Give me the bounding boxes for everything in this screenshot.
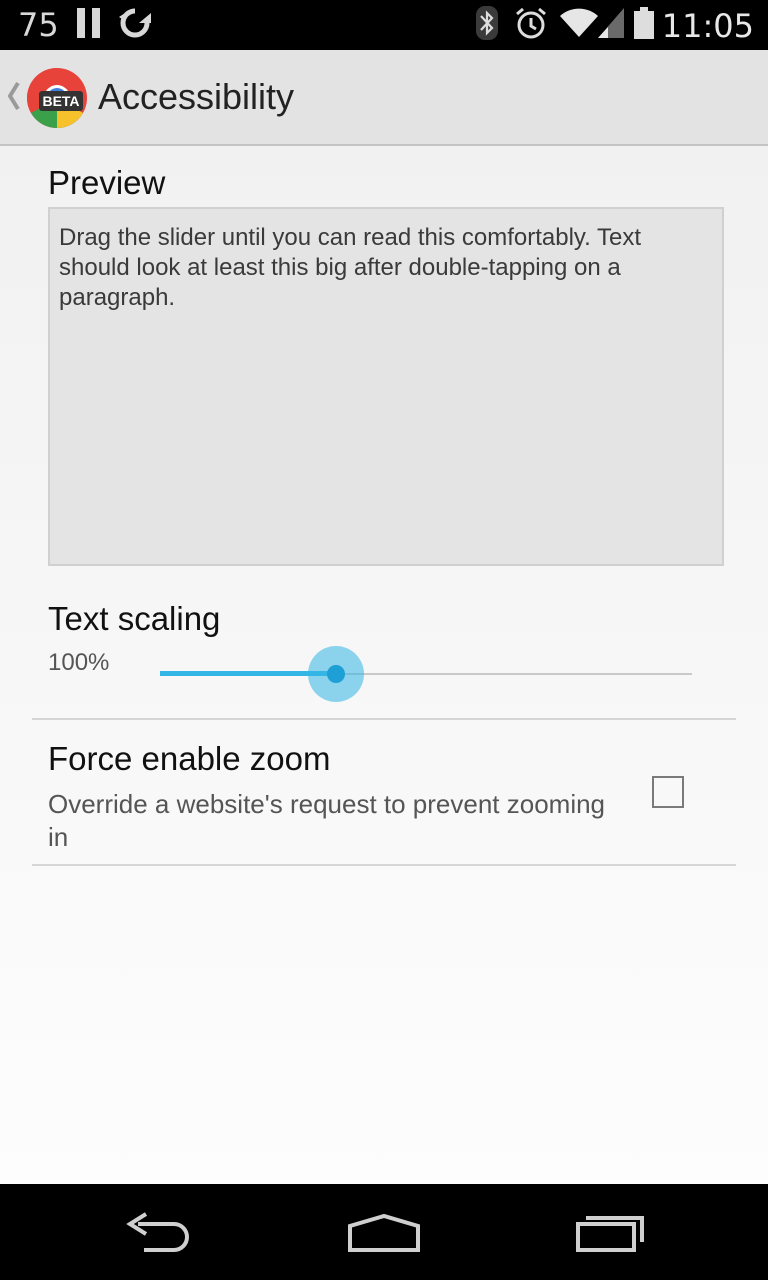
force-enable-zoom-checkbox[interactable] — [652, 776, 684, 808]
recents-icon[interactable] — [574, 1212, 646, 1257]
action-bar: BETA Accessibility — [0, 50, 768, 146]
status-bar-right: 11:05 — [475, 6, 754, 45]
text-scaling-value: 100% — [48, 649, 110, 676]
status-bar-left: 75 — [18, 6, 153, 44]
slider-thumb[interactable] — [327, 665, 345, 683]
preview-text: Drag the slider until you can read this … — [59, 224, 642, 311]
text-scaling-slider[interactable] — [160, 646, 692, 702]
notification-count: 75 — [18, 6, 59, 44]
settings-content: Preview Drag the slider until you can re… — [0, 146, 768, 1184]
back-icon[interactable] — [124, 1212, 196, 1257]
wifi-icon — [559, 8, 598, 43]
page-title: Accessibility — [98, 76, 295, 117]
preview-box: Drag the slider until you can read this … — [48, 207, 724, 566]
status-bar: 75 11:05 — [0, 0, 768, 50]
text-scaling-title: Text scaling — [48, 600, 221, 637]
battery-icon — [633, 7, 654, 44]
divider — [32, 864, 736, 866]
force-enable-zoom-title: Force enable zoom — [48, 740, 331, 777]
logo-badge: BETA — [42, 93, 79, 109]
alarm-icon — [514, 6, 548, 45]
bluetooth-icon — [475, 6, 498, 45]
force-enable-zoom-row[interactable]: Force enable zoom Override a website's r… — [32, 720, 736, 864]
navigation-bar — [0, 1184, 768, 1280]
clock: 11:05 — [661, 6, 754, 45]
chrome-beta-logo-icon[interactable]: BETA — [26, 67, 88, 129]
signal-icon — [597, 8, 624, 43]
sync-icon — [117, 7, 153, 44]
chevron-left-icon[interactable] — [6, 80, 20, 117]
home-icon[interactable] — [346, 1212, 422, 1257]
pause-icon — [76, 7, 101, 43]
force-enable-zoom-summary: Override a website's request to prevent … — [48, 789, 606, 852]
preview-title: Preview — [48, 164, 166, 201]
